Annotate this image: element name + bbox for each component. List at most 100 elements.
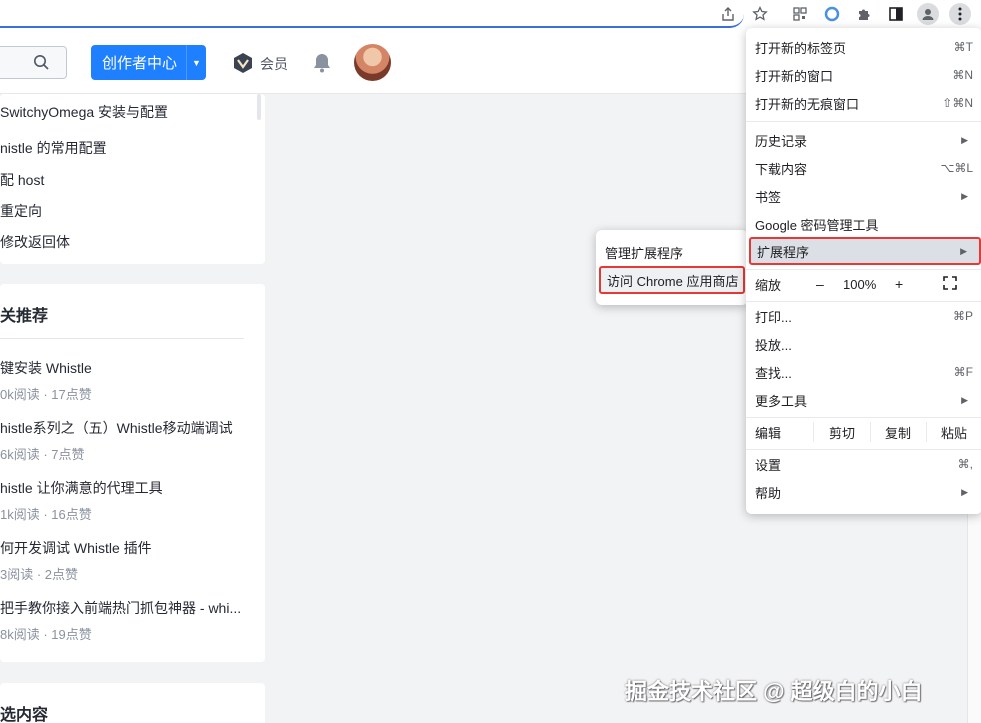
menu-item-more-tools[interactable]: 更多工具 ▶ xyxy=(746,386,981,414)
chevron-right-icon: ▶ xyxy=(961,190,968,201)
menu-shortcut: ⌘F xyxy=(953,365,973,379)
menu-item-zoom: 缩放 – 100% + xyxy=(746,270,981,298)
menu-item-downloads[interactable]: 下载内容 ⌥⌘L xyxy=(746,154,981,182)
zoom-level: 100% xyxy=(843,276,877,292)
selected-card: 选内容 xyxy=(0,683,265,723)
menu-item-bookmarks[interactable]: 书签 ▶ xyxy=(746,182,981,210)
menu-item-label: 编辑 xyxy=(755,425,782,441)
chevron-right-icon: ▶ xyxy=(961,486,968,497)
address-bar[interactable] xyxy=(0,0,744,28)
menu-shortcut: ⌘N xyxy=(952,68,973,82)
article-meta: 3阅读 · 2点赞 xyxy=(0,567,79,582)
profile-icon[interactable] xyxy=(917,3,939,25)
browser-toolbar xyxy=(0,0,981,28)
edit-divider xyxy=(813,422,814,442)
bell-icon[interactable] xyxy=(312,52,332,78)
vip-icon[interactable] xyxy=(232,52,254,79)
toc-item[interactable]: 配 host xyxy=(0,170,44,190)
menu-item-label: Google 密码管理工具 xyxy=(755,217,879,233)
menu-dots-icon[interactable] xyxy=(949,3,971,25)
menu-item-label: 打印... xyxy=(755,309,792,325)
menu-item-label: 书签 xyxy=(755,189,782,205)
menu-item-incognito[interactable]: 打开新的无痕窗口 ⇧⌘N xyxy=(746,89,981,117)
article-meta: 0k阅读 · 17点赞 xyxy=(0,387,92,402)
menu-item-label: 下载内容 xyxy=(755,161,808,177)
menu-item-label: 扩展程序 xyxy=(757,244,810,260)
toc-item[interactable]: SwitchyOmega 安装与配置 xyxy=(0,102,168,122)
chrome-main-menu: 打开新的标签页 ⌘T 打开新的窗口 ⌘N 打开新的无痕窗口 ⇧⌘N 历史记录 ▶… xyxy=(746,28,981,514)
menu-item-label: 打开新的无痕窗口 xyxy=(755,96,860,112)
paste-button[interactable]: 粘贴 xyxy=(941,423,967,442)
menu-item-label: 投放... xyxy=(755,337,792,353)
vip-label[interactable]: 会员 xyxy=(260,54,288,74)
menu-item-label: 历史记录 xyxy=(755,133,808,149)
menu-item-extensions[interactable]: 扩展程序 ▶ xyxy=(749,237,981,265)
recommend-title: 关推荐 xyxy=(0,308,49,325)
menu-item-label: 帮助 xyxy=(755,485,782,501)
menu-item-label: 打开新的窗口 xyxy=(755,68,834,84)
chevron-down-icon[interactable]: ▼ xyxy=(187,58,206,68)
creator-center-button[interactable]: 创作者中心 ▼ xyxy=(91,45,206,80)
article-meta: 1k阅读 · 16点赞 xyxy=(0,507,92,522)
search-input[interactable] xyxy=(0,46,67,79)
menu-item-cast[interactable]: 投放... xyxy=(746,330,981,358)
toc-scrollbar[interactable] xyxy=(257,94,261,120)
edit-divider xyxy=(870,422,871,442)
article-title[interactable]: 把手教你接入前端热门抓包神器 - whi... xyxy=(0,598,241,618)
menu-separator xyxy=(746,121,981,122)
article-title[interactable]: histle 让你满意的代理工具 xyxy=(0,478,163,498)
search-icon[interactable] xyxy=(33,54,50,76)
divider xyxy=(0,338,244,339)
star-icon[interactable] xyxy=(749,3,771,25)
chevron-right-icon: ▶ xyxy=(961,134,968,145)
puzzle-icon[interactable] xyxy=(853,3,875,25)
menu-item-help[interactable]: 帮助 ▶ xyxy=(746,478,981,506)
zoom-in-button[interactable]: + xyxy=(895,276,903,292)
chevron-right-icon: ▶ xyxy=(960,245,967,256)
menu-item-edit: 编辑 剪切 复制 粘贴 xyxy=(746,418,981,446)
toc-item[interactable]: 修改返回体 xyxy=(0,232,70,252)
menu-item-find[interactable]: 查找... ⌘F xyxy=(746,358,981,386)
menu-shortcut: ⌘P xyxy=(952,309,973,323)
share-icon[interactable] xyxy=(717,3,739,25)
qr-icon[interactable] xyxy=(789,3,811,25)
chrome-web-store-item[interactable]: 访问 Chrome 应用商店 xyxy=(599,266,745,294)
avatar[interactable] xyxy=(354,44,391,81)
toc-item[interactable]: nistle 的常用配置 xyxy=(0,138,107,158)
menu-item-print[interactable]: 打印... ⌘P xyxy=(746,302,981,330)
recommend-card: 关推荐 键安装 Whistle 0k阅读 · 17点赞 histle系列之（五）… xyxy=(0,284,265,662)
cut-button[interactable]: 剪切 xyxy=(829,423,855,442)
menu-shortcut: ⇧⌘N xyxy=(942,96,973,110)
sidepanel-icon[interactable] xyxy=(885,3,907,25)
menu-item-new-window[interactable]: 打开新的窗口 ⌘N xyxy=(746,61,981,89)
watermark: 掘金技术社区 @ 超级白的小白 xyxy=(625,679,923,704)
toc-card: SwitchyOmega 安装与配置 nistle 的常用配置 配 host 重… xyxy=(0,94,265,264)
extensions-submenu: 管理扩展程序 访问 Chrome 应用商店 xyxy=(596,230,748,305)
menu-item-label: 打开新的标签页 xyxy=(755,40,847,56)
toc-item[interactable]: 重定向 xyxy=(0,201,42,221)
article-meta: 6k阅读 · 7点赞 xyxy=(0,447,85,462)
article-title[interactable]: histle系列之（五）Whistle移动端调试 xyxy=(0,418,233,438)
menu-item-label: 更多工具 xyxy=(755,393,808,409)
menu-item-new-tab[interactable]: 打开新的标签页 ⌘T xyxy=(746,33,981,61)
menu-item-passwords[interactable]: Google 密码管理工具 xyxy=(746,210,981,238)
edit-divider xyxy=(926,422,927,442)
article-title[interactable]: 何开发调试 Whistle 插件 xyxy=(0,538,152,558)
selected-title: 选内容 xyxy=(0,707,49,723)
article-title[interactable]: 键安装 Whistle xyxy=(0,358,92,378)
menu-item-history[interactable]: 历史记录 ▶ xyxy=(746,126,981,154)
manage-extensions-item[interactable]: 管理扩展程序 xyxy=(596,238,748,266)
copy-button[interactable]: 复制 xyxy=(885,423,911,442)
menu-item-label: 缩放 xyxy=(755,277,782,293)
menu-item-label: 查找... xyxy=(755,365,792,381)
creator-center-label: 创作者中心 xyxy=(101,55,177,72)
chevron-right-icon: ▶ xyxy=(961,394,968,405)
menu-shortcut: ⌘, xyxy=(957,457,973,471)
extension-circle-icon[interactable] xyxy=(821,3,843,25)
zoom-out-button[interactable]: – xyxy=(816,276,824,292)
menu-shortcut: ⌥⌘L xyxy=(940,161,973,175)
menu-shortcut: ⌘T xyxy=(953,40,973,54)
fullscreen-icon[interactable] xyxy=(943,276,957,293)
menu-item-label: 设置 xyxy=(755,457,782,473)
menu-item-settings[interactable]: 设置 ⌘, xyxy=(746,450,981,478)
